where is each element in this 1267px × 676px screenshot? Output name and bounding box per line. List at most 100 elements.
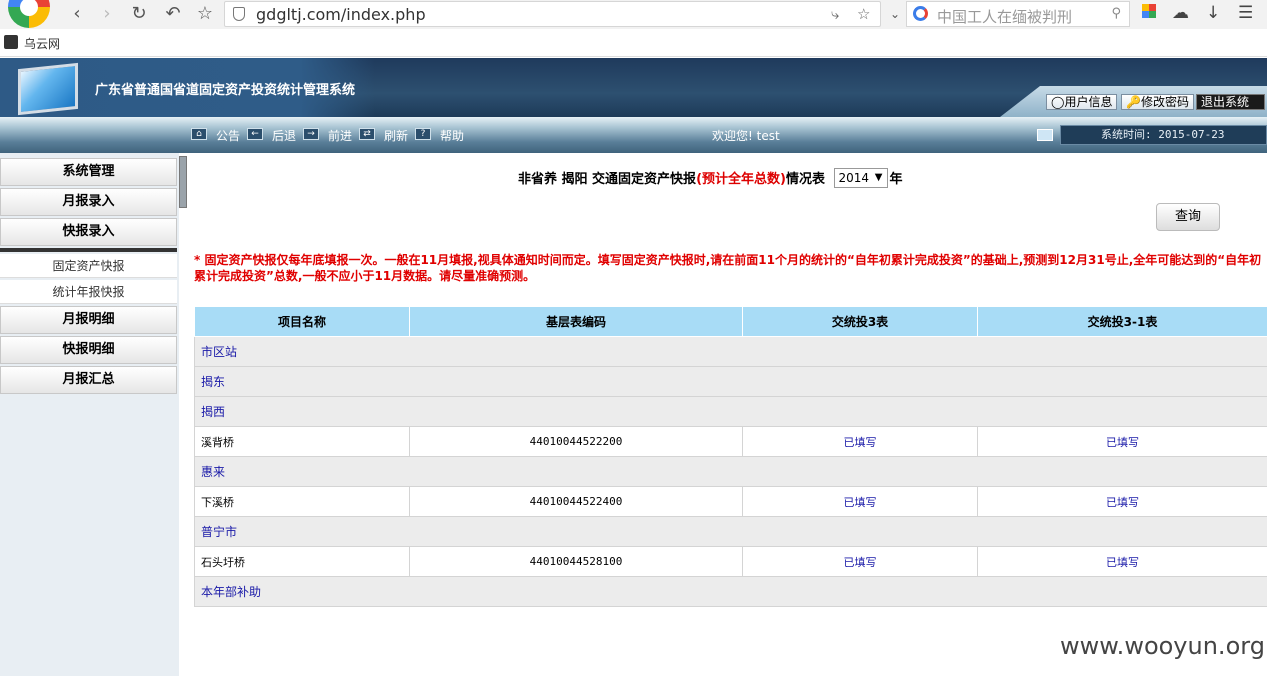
table-row: 下溪桥 44010044522400 已填写 已填写 bbox=[194, 486, 1267, 517]
group-name[interactable]: 揭西 bbox=[194, 396, 1267, 427]
toolbar-help[interactable]: 帮助 bbox=[440, 127, 464, 144]
project-name: 下溪桥 bbox=[194, 486, 410, 517]
chevron-down-icon[interactable]: ⌄ bbox=[884, 2, 906, 26]
table-row: 揭西 bbox=[194, 396, 1267, 427]
table-row: 本年部补助 bbox=[194, 576, 1267, 607]
toolbar-back[interactable]: 后退 bbox=[272, 127, 296, 144]
report-table: 项目名称 基层表编码 交统投3表 交统投3-1表 市区站 揭东 揭西 溪背桥 4… bbox=[194, 306, 1267, 607]
refresh-icon[interactable]: ⇄ bbox=[359, 128, 375, 140]
table-row: 揭东 bbox=[194, 366, 1267, 397]
sidebar-divider bbox=[0, 248, 177, 252]
search-engine-icon bbox=[913, 6, 928, 21]
project-code: 44010044528100 bbox=[409, 546, 743, 577]
heading-prefix: 非省养 揭阳 交通固定资产快报 bbox=[518, 172, 697, 187]
sidebar-item-monthly-entry[interactable]: 月报录入 bbox=[0, 188, 177, 216]
search-icon[interactable]: ⚲ bbox=[1111, 6, 1121, 21]
year-value: 2014 bbox=[838, 171, 870, 185]
browser-search-box[interactable]: 中国工人在缅被判刑 ⚲ bbox=[906, 1, 1130, 27]
app-title: 广东省普通国省道固定资产投资统计管理系统 bbox=[95, 83, 356, 98]
table-row: 石头圩桥 44010044528100 已填写 已填写 bbox=[194, 546, 1267, 577]
sidebar-item-monthly-summary[interactable]: 月报汇总 bbox=[0, 366, 177, 394]
app-header: 广东省普通国省道固定资产投资统计管理系统 ◯用户信息 🔑修改密码 退出系统 bbox=[0, 58, 1267, 117]
heading-suffix: 情况表 bbox=[785, 172, 825, 187]
dropdown-arrow-icon: ▼ bbox=[874, 172, 883, 183]
user-info-button[interactable]: ◯用户信息 bbox=[1046, 94, 1118, 110]
bookmark-wooyun[interactable]: 乌云网 bbox=[24, 35, 60, 52]
sidebar-item-system[interactable]: 系统管理 bbox=[0, 158, 177, 186]
back-arrow-icon[interactable]: ‹ bbox=[66, 2, 88, 26]
year-select[interactable]: 2014 ▼ bbox=[833, 168, 888, 188]
table-row: 惠来 bbox=[194, 456, 1267, 487]
apps-icon[interactable] bbox=[1142, 4, 1156, 18]
column-header: 项目名称 bbox=[194, 306, 410, 337]
sidebar-item-monthly-detail[interactable]: 月报明细 bbox=[0, 306, 177, 334]
table-row: 溪背桥 44010044522200 已填写 已填写 bbox=[194, 426, 1267, 457]
group-name[interactable]: 惠来 bbox=[194, 456, 1267, 487]
menu-icon[interactable]: ☰ bbox=[1238, 3, 1253, 23]
sidebar-scrollbar[interactable] bbox=[179, 156, 187, 208]
sidebar-sub-annual-stat[interactable]: 统计年报快报 bbox=[0, 280, 177, 304]
notice-text: * 固定资产快报仅每年底填报一次。一般在11月填报,视具体通知时间而定。填写固定… bbox=[194, 253, 1262, 283]
address-url[interactable]: gdgltj.com/index.php bbox=[256, 5, 426, 24]
toolbar-forward[interactable]: 前进 bbox=[328, 127, 352, 144]
group-name[interactable]: 普宁市 bbox=[194, 516, 1267, 547]
change-password-label: 修改密码 bbox=[1140, 95, 1189, 109]
project-code: 44010044522400 bbox=[409, 486, 743, 517]
page-title: 非省养 揭阳 交通固定资产快报(预计全年总数)情况表 2014 ▼ 年 bbox=[518, 168, 903, 189]
back-icon[interactable]: ← bbox=[247, 128, 263, 140]
status-link[interactable]: 已填写 bbox=[742, 546, 978, 577]
reload-icon[interactable]: ↻ bbox=[128, 2, 150, 26]
table-row: 普宁市 bbox=[194, 516, 1267, 547]
group-name[interactable]: 市区站 bbox=[194, 336, 1267, 367]
table-header-row: 项目名称 基层表编码 交统投3表 交统投3-1表 bbox=[194, 306, 1267, 337]
sidebar-sub-fixed-asset[interactable]: 固定资产快报 bbox=[0, 254, 177, 278]
favorite-star-icon[interactable]: ☆ bbox=[857, 5, 870, 23]
wooyun-icon bbox=[4, 35, 18, 49]
browser-logo-icon bbox=[8, 0, 50, 28]
bookmarks-bar: 乌云网 bbox=[0, 29, 1267, 57]
shield-icon bbox=[233, 7, 245, 21]
column-header: 基层表编码 bbox=[409, 306, 743, 337]
lightning-icon[interactable]: ⤷ bbox=[831, 5, 839, 23]
cloud-icon[interactable]: ☁ bbox=[1172, 3, 1189, 23]
undo-icon[interactable]: ↶ bbox=[162, 2, 184, 26]
user-info-label: 用户信息 bbox=[1064, 95, 1113, 109]
home-icon[interactable]: ⌂ bbox=[191, 128, 207, 140]
help-icon[interactable]: ? bbox=[415, 128, 431, 140]
status-link[interactable]: 已填写 bbox=[742, 426, 978, 457]
project-name: 溪背桥 bbox=[194, 426, 410, 457]
search-placeholder[interactable]: 中国工人在缅被判刑 bbox=[937, 6, 1072, 27]
toolbar-announce[interactable]: 公告 bbox=[216, 127, 240, 144]
query-button[interactable]: 查询 bbox=[1156, 203, 1220, 231]
status-link[interactable]: 已填写 bbox=[977, 546, 1267, 577]
forward-arrow-icon[interactable]: › bbox=[96, 2, 118, 26]
computer-monitor-icon bbox=[18, 62, 78, 116]
forward-icon[interactable]: → bbox=[303, 128, 319, 140]
heading-red: (预计全年总数) bbox=[696, 172, 786, 187]
sidebar-item-quick-entry[interactable]: 快报录入 bbox=[0, 218, 177, 246]
group-name[interactable]: 本年部补助 bbox=[194, 576, 1267, 607]
project-name: 石头圩桥 bbox=[194, 546, 410, 577]
logout-button[interactable]: 退出系统 bbox=[1196, 94, 1265, 110]
status-link[interactable]: 已填写 bbox=[742, 486, 978, 517]
sidebar-item-quick-detail[interactable]: 快报明细 bbox=[0, 336, 177, 364]
status-link[interactable]: 已填写 bbox=[977, 486, 1267, 517]
toolbar-refresh[interactable]: 刷新 bbox=[384, 127, 408, 144]
project-code: 44010044522200 bbox=[409, 426, 743, 457]
status-link[interactable]: 已填写 bbox=[977, 426, 1267, 457]
column-header: 交统投3-1表 bbox=[977, 306, 1267, 337]
table-row: 市区站 bbox=[194, 336, 1267, 367]
welcome-text: 欢迎您! test bbox=[712, 129, 780, 143]
address-bar[interactable]: gdgltj.com/index.php ⤷ ☆ bbox=[224, 1, 881, 27]
app-toolbar: ⌂ 公告 ← 后退 → 前进 ⇄ 刷新 ? 帮助 欢迎您! test 系统时间:… bbox=[0, 117, 1267, 153]
system-time: 系统时间: 2015-07-23 bbox=[1060, 125, 1267, 145]
browser-toolbar: ‹ › ↻ ↶ ☆ gdgltj.com/index.php ⤷ ☆ ⌄ 中国工… bbox=[0, 0, 1267, 29]
year-unit: 年 bbox=[889, 172, 903, 187]
change-password-button[interactable]: 🔑修改密码 bbox=[1121, 94, 1194, 110]
download-icon[interactable]: ↓ bbox=[1206, 3, 1220, 23]
watermark: www.wooyun.org bbox=[1060, 632, 1265, 660]
bookmark-star-icon[interactable]: ☆ bbox=[194, 2, 216, 26]
group-name[interactable]: 揭东 bbox=[194, 366, 1267, 397]
column-header: 交统投3表 bbox=[742, 306, 978, 337]
sidebar: 系统管理 月报录入 快报录入 固定资产快报 统计年报快报 月报明细 快报明细 月… bbox=[0, 153, 179, 676]
